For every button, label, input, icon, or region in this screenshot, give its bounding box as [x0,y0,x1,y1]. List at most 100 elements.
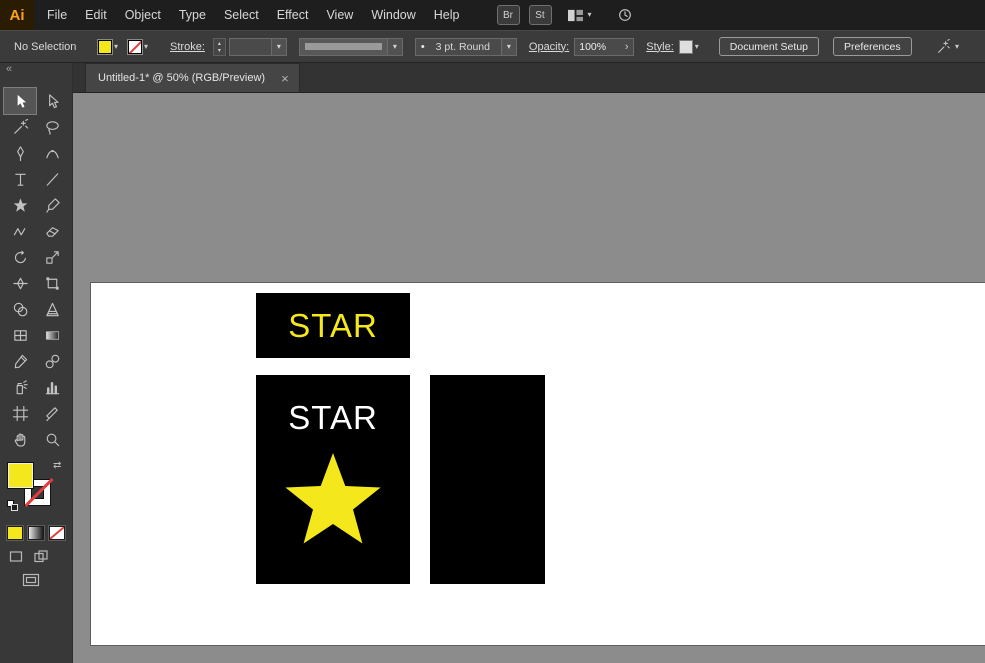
rotate-view-icon [617,7,633,23]
artboard-tool[interactable] [4,400,36,426]
gradient-tool[interactable] [36,322,68,348]
opacity-input[interactable] [575,39,620,55]
chevron-down-icon[interactable]: ▾ [955,43,959,51]
width-tool[interactable] [4,270,36,296]
stroke-color-picker[interactable]: ▾ [128,40,148,54]
scale-tool[interactable] [36,244,68,270]
slice-tool[interactable] [36,400,68,426]
star-poster-text: STAR [256,399,410,437]
rotate-tool[interactable] [4,244,36,270]
gradient-button[interactable] [28,526,44,540]
magic-wand-tool[interactable] [4,114,36,140]
opacity-menu-icon[interactable]: › [620,41,633,53]
free-transform-tool[interactable] [36,270,68,296]
artboard-icon [12,405,29,422]
stroke-panel-link[interactable]: Stroke: [170,41,205,53]
pen-tool[interactable] [4,140,36,166]
menu-effect[interactable]: Effect [268,0,318,30]
paintbrush-tool[interactable] [36,192,68,218]
menu-edit[interactable]: Edit [76,0,116,30]
black-rect[interactable] [430,375,545,584]
chevron-down-icon[interactable]: ▾ [501,39,516,55]
blend-tool[interactable] [36,348,68,374]
menu-view[interactable]: View [317,0,362,30]
perspective-grid-icon [44,301,61,318]
opacity-field[interactable]: › [574,38,634,56]
type-tool[interactable] [4,166,36,192]
chevron-down-icon[interactable]: ▾ [144,43,148,51]
document-setup-button[interactable]: Document Setup [719,37,819,56]
menu-window[interactable]: Window [362,0,424,30]
star-tool[interactable] [4,192,36,218]
zoom-tool[interactable] [36,426,68,452]
symbol-sprayer-tool[interactable] [4,374,36,400]
stroke-swatch[interactable] [128,40,142,54]
menu-object[interactable]: Object [116,0,170,30]
select-similar-button[interactable]: ▾ [935,39,959,55]
arrange-documents-button[interactable]: ▾ [567,8,592,23]
swap-fill-stroke-icon[interactable]: ⇄ [53,460,61,471]
shape-builder-tool[interactable] [4,296,36,322]
gradient-icon [44,327,61,344]
chevron-down-icon[interactable]: ▾ [271,39,286,55]
blend-icon [44,353,61,370]
chevron-down-icon[interactable]: ▾ [114,43,118,51]
lasso-tool[interactable] [36,114,68,140]
fill-color-picker[interactable]: ▾ [98,40,118,54]
brush-name: 3 pt. Round [425,41,501,53]
stock-button[interactable]: St [529,5,552,25]
menu-type[interactable]: Type [170,0,215,30]
none-button[interactable] [49,526,65,540]
mesh-tool[interactable] [4,322,36,348]
stepper-up-icon[interactable]: ▴ [218,40,221,47]
collapse-toolbar-button[interactable]: « [0,63,72,77]
line-segment-tool[interactable] [36,166,68,192]
color-mode-row [7,526,72,540]
eyedropper-tool[interactable] [4,348,36,374]
style-panel-link[interactable]: Style: [646,41,674,53]
fill-swatch[interactable] [98,40,112,54]
stroke-width-select[interactable]: ▾ [229,38,287,56]
close-tab-icon[interactable]: × [281,72,289,85]
selection-tool[interactable] [4,88,36,114]
column-graph-tool[interactable] [36,374,68,400]
star-shape[interactable] [281,451,385,555]
color-button[interactable] [7,526,23,540]
bridge-button[interactable]: Br [497,5,520,25]
opacity-panel-link[interactable]: Opacity: [529,41,569,53]
width-profile-select[interactable]: ▾ [299,38,403,56]
app-bar-right: Br St ▾ [497,5,633,25]
default-stroke-mini [11,504,18,511]
document-tab[interactable]: Untitled-1* @ 50% (RGB/Preview) × [85,63,300,92]
menu-select[interactable]: Select [215,0,268,30]
chevron-down-icon[interactable]: ▾ [695,43,699,51]
draw-behind-button[interactable] [34,550,48,563]
artboard[interactable]: STAR STAR [91,283,985,645]
pen-icon [12,145,29,162]
rotate-view-button[interactable] [617,7,633,23]
canvas[interactable]: STAR STAR [73,93,985,663]
stroke-width-stepper[interactable]: ▴ ▾ [213,38,226,56]
brush-select[interactable]: • 3 pt. Round ▾ [415,38,517,56]
hand-tool[interactable] [4,426,36,452]
change-screen-mode-button[interactable] [22,573,72,587]
chevron-down-icon[interactable]: ▾ [387,39,402,55]
draw-normal-button[interactable] [9,550,23,563]
menu-help[interactable]: Help [425,0,469,30]
stepper-down-icon[interactable]: ▾ [218,47,221,54]
document-tab-bar: Untitled-1* @ 50% (RGB/Preview) × [73,63,985,93]
eraser-tool[interactable] [36,218,68,244]
perspective-grid-tool[interactable] [36,296,68,322]
curvature-tool[interactable] [36,140,68,166]
shaper-tool[interactable] [4,218,36,244]
default-fill-stroke-icon[interactable] [7,500,20,513]
star-banner-rect[interactable]: STAR [256,293,410,358]
menu-file[interactable]: File [38,0,76,30]
preferences-button[interactable]: Preferences [833,37,912,56]
fill-indicator[interactable] [7,462,34,489]
graphic-style-picker[interactable]: ▾ [679,40,699,54]
direct-selection-tool[interactable] [36,88,68,114]
selection-icon [12,93,29,110]
control-bar: No Selection ▾ ▾ Stroke: ▴ ▾ ▾ ▾ • 3 pt.… [0,30,985,63]
star-poster-rect[interactable]: STAR [256,375,410,584]
